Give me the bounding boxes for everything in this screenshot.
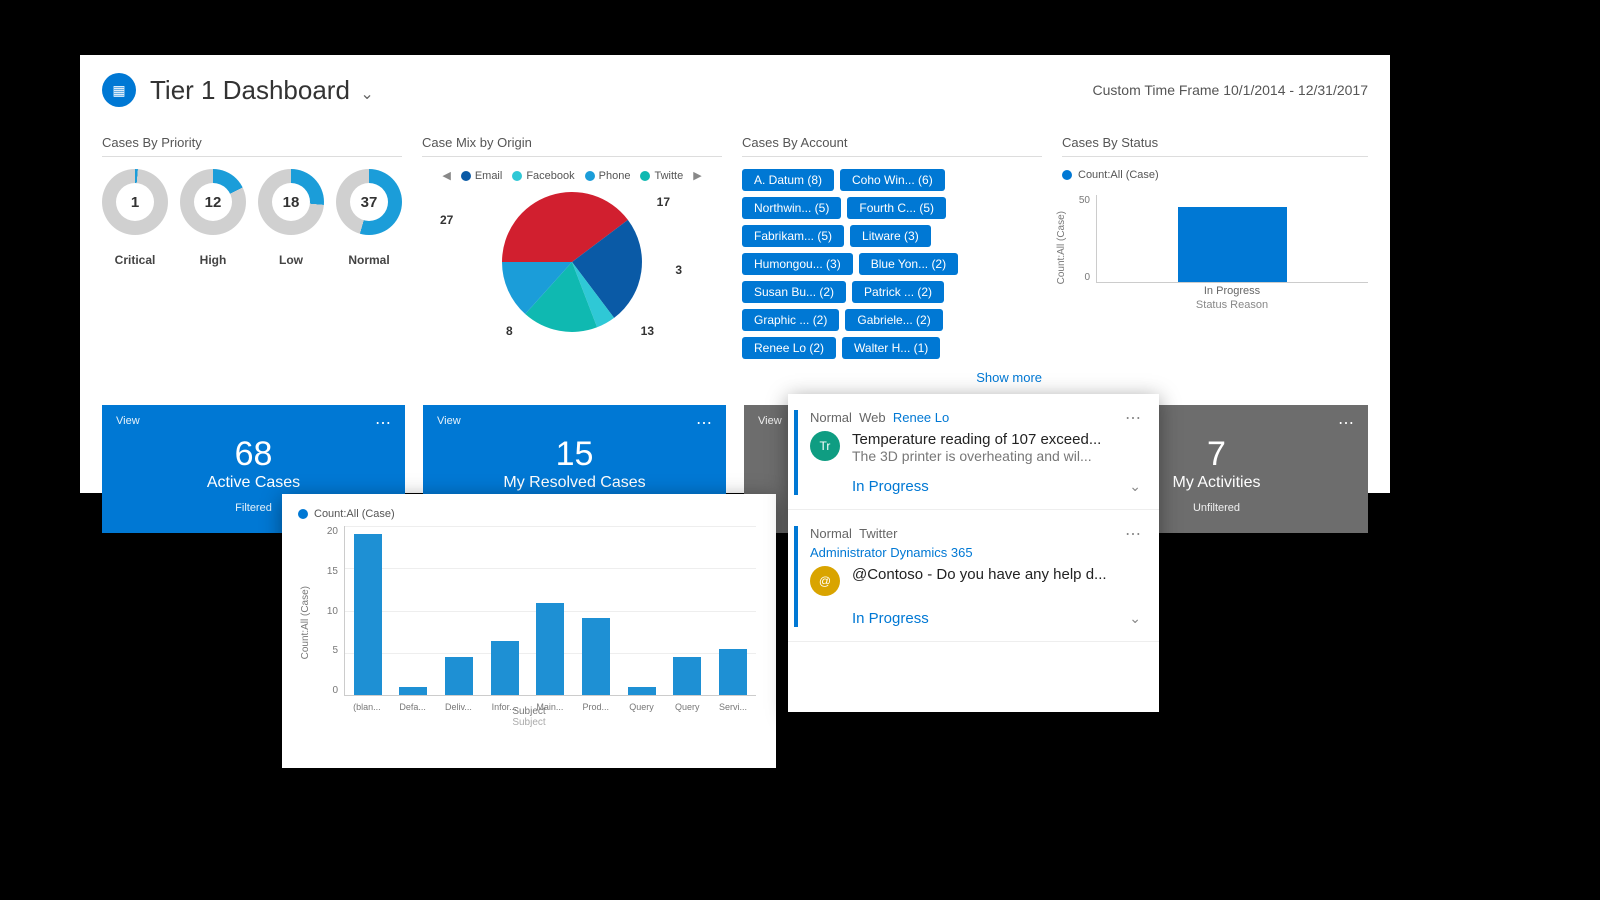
origin-legend: ◀ Email Facebook Phone Twitte ▶: [422, 169, 722, 182]
legend-item[interactable]: Twitte: [640, 170, 683, 182]
status-chart[interactable]: Count:All (Case) 500 In Progress Status …: [1062, 181, 1368, 311]
dashboard-header: ▦ Tier 1 Dashboard ⌄ Custom Time Frame 1…: [102, 73, 1368, 107]
bar[interactable]: [582, 618, 610, 695]
bar[interactable]: [536, 603, 564, 695]
card-title: Temperature reading of 107 exceed...: [852, 431, 1141, 448]
donut-high[interactable]: 12 High: [180, 169, 246, 267]
account-section: Cases By Account A. Datum (8) Coho Win...…: [742, 135, 1042, 387]
origin-section: Case Mix by Origin ◀ Email Facebook Phon…: [422, 135, 722, 387]
subject-barchart[interactable]: Count:All (Case) 20151050 (blan...Defa..…: [298, 526, 760, 726]
account-pill[interactable]: Patrick ... (2): [852, 281, 944, 303]
show-more-link[interactable]: Show more: [976, 370, 1042, 385]
legend-item[interactable]: Facebook: [512, 170, 574, 182]
card-accent: [794, 526, 798, 627]
origin-chart: ◀ Email Facebook Phone Twitte ▶ 27 17: [422, 169, 722, 332]
legend-item[interactable]: Phone: [585, 170, 631, 182]
priority-title: Cases By Priority: [102, 135, 402, 157]
account-title: Cases By Account: [742, 135, 1042, 157]
page-title: Tier 1 Dashboard: [150, 75, 350, 105]
account-pill[interactable]: Susan Bu... (2): [742, 281, 846, 303]
activity-cards-panel: Normal Web Renee Lo⋯TrTemperature readin…: [788, 394, 1159, 712]
more-icon[interactable]: ⋯: [696, 413, 714, 433]
status-section: Cases By Status Count:All (Case) Count:A…: [1062, 135, 1368, 387]
barchart-legend: Count:All (Case): [298, 508, 760, 520]
timeframe-label: Custom Time Frame 10/1/2014 - 12/31/2017: [1093, 82, 1368, 98]
header-left: ▦ Tier 1 Dashboard ⌄: [102, 73, 374, 107]
account-pill[interactable]: Gabriele... (2): [845, 309, 942, 331]
charts-row: Cases By Priority 1 Critical 12 High 18 …: [102, 135, 1368, 387]
dashboard-panel: ▦ Tier 1 Dashboard ⌄ Custom Time Frame 1…: [80, 55, 1390, 493]
account-pills: A. Datum (8) Coho Win... (6) Northwin... (…: [742, 169, 1042, 359]
pie-label-17: 17: [657, 195, 670, 209]
legend-item[interactable]: Email: [461, 170, 503, 182]
more-icon[interactable]: ⋯: [1338, 413, 1356, 433]
bar[interactable]: [673, 657, 701, 695]
avatar: @: [810, 566, 840, 596]
account-pill[interactable]: A. Datum (8): [742, 169, 834, 191]
card-title: @Contoso - Do you have any help d...: [852, 566, 1141, 583]
account-pill[interactable]: Coho Win... (6): [840, 169, 945, 191]
card-description: The 3D printer is overheating and wil...: [852, 448, 1141, 464]
origin-title: Case Mix by Origin: [422, 135, 722, 157]
card-accent: [794, 410, 798, 495]
bar[interactable]: [491, 641, 519, 695]
bar[interactable]: [719, 649, 747, 695]
account-pill[interactable]: Litware (3): [850, 225, 931, 247]
account-pill[interactable]: Fourth C... (5): [847, 197, 946, 219]
account-pill[interactable]: Humongou... (3): [742, 253, 853, 275]
bar[interactable]: [628, 687, 656, 695]
more-icon[interactable]: ⋯: [1125, 524, 1143, 544]
chevron-down-icon[interactable]: ⌄: [1129, 478, 1141, 495]
status-legend: Count:All (Case): [1062, 169, 1368, 181]
bar[interactable]: [445, 657, 473, 695]
bar[interactable]: [354, 534, 382, 695]
legend-next-icon[interactable]: ▶: [693, 169, 701, 182]
bar[interactable]: [399, 687, 427, 695]
status-title: Cases By Status: [1062, 135, 1368, 157]
account-pill[interactable]: Walter H... (1): [842, 337, 940, 359]
priority-section: Cases By Priority 1 Critical 12 High 18 …: [102, 135, 402, 387]
chevron-down-icon: ⌄: [360, 86, 373, 103]
card-status[interactable]: In Progress: [852, 478, 929, 495]
activity-card[interactable]: Normal TwitterAdministrator Dynamics 365…: [788, 510, 1159, 642]
dashboard-icon: ▦: [102, 73, 136, 107]
status-y-axis: 500: [1062, 195, 1090, 283]
pie-label-13: 13: [641, 324, 654, 338]
more-icon[interactable]: ⋯: [375, 413, 393, 433]
more-icon[interactable]: ⋯: [1125, 408, 1143, 428]
account-pill[interactable]: Northwin... (5): [742, 197, 841, 219]
account-pill[interactable]: Renee Lo (2): [742, 337, 836, 359]
subject-barchart-panel: Count:All (Case) Count:All (Case) 201510…: [282, 494, 776, 768]
tile-view-link[interactable]: View: [437, 415, 712, 427]
activity-card[interactable]: Normal Web Renee Lo⋯TrTemperature readin…: [788, 394, 1159, 510]
barchart-y-axis: 20151050: [318, 526, 338, 696]
priority-donuts: 1 Critical 12 High 18 Low 37 Normal: [102, 169, 402, 267]
dashboard-title-dropdown[interactable]: Tier 1 Dashboard ⌄: [150, 75, 374, 106]
legend-prev-icon[interactable]: ◀: [442, 169, 450, 182]
donut-normal[interactable]: 37 Normal: [336, 169, 402, 267]
donut-critical[interactable]: 1 Critical: [102, 169, 168, 267]
pie-label-3: 3: [675, 263, 682, 277]
tile-view-link[interactable]: View: [116, 415, 391, 427]
pie-label-8: 8: [506, 324, 513, 338]
donut-low[interactable]: 18 Low: [258, 169, 324, 267]
origin-pie[interactable]: [502, 192, 642, 332]
account-pill[interactable]: Blue Yon... (2): [859, 253, 958, 275]
avatar: Tr: [810, 431, 840, 461]
account-pill[interactable]: Graphic ... (2): [742, 309, 839, 331]
card-status[interactable]: In Progress: [852, 610, 929, 627]
chevron-down-icon[interactable]: ⌄: [1129, 610, 1141, 627]
account-pill[interactable]: Fabrikam... (5): [742, 225, 844, 247]
pie-label-27: 27: [440, 213, 453, 227]
